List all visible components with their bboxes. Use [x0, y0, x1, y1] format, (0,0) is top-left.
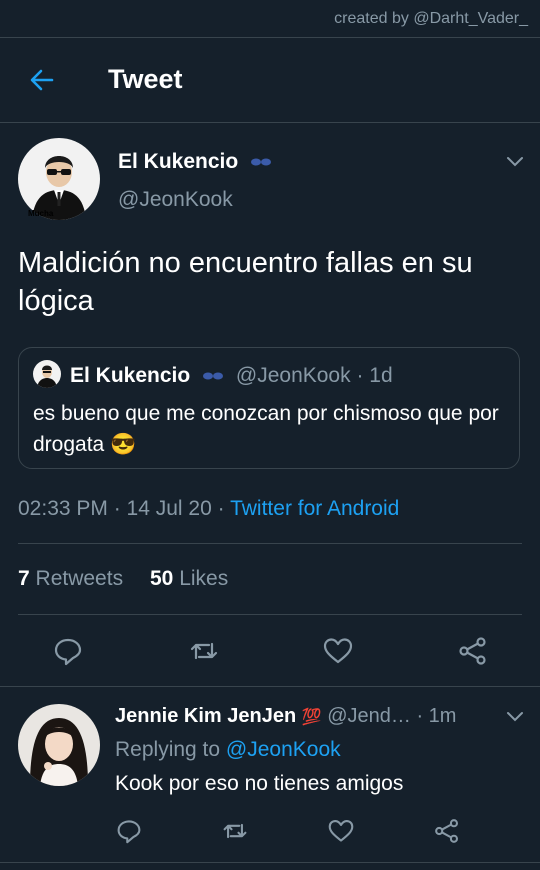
hundred-badge-icon: 💯	[301, 709, 322, 726]
avatar-caption: Mucha	[28, 209, 54, 218]
likes-label: Likes	[179, 567, 229, 590]
avatar[interactable]	[18, 138, 100, 220]
comment-icon	[54, 638, 82, 666]
reply-like-button[interactable]	[328, 818, 354, 844]
reply-author-handle[interactable]: @Jend…	[327, 705, 411, 727]
quoted-author-handle: @JeonKook	[235, 364, 351, 387]
reply-more-button[interactable]	[506, 710, 524, 722]
reply-button[interactable]	[53, 636, 83, 666]
source-link[interactable]: Twitter for Android	[230, 497, 399, 520]
quoted-time: · 1d	[356, 364, 393, 387]
top-divider	[0, 37, 540, 38]
heart-icon	[328, 819, 354, 842]
heart-icon	[323, 638, 353, 664]
retweet-icon	[223, 823, 247, 839]
share-icon	[459, 637, 486, 665]
header-divider	[0, 122, 540, 123]
reply-header: Jennie Kim JenJen 💯 @Jend… · 1m	[115, 705, 456, 728]
chevron-down-icon	[507, 157, 523, 167]
replying-prefix: Replying to	[115, 738, 221, 761]
sunglasses-icon	[251, 158, 272, 166]
like-button[interactable]	[323, 636, 353, 666]
reply-retweet-button[interactable]	[222, 818, 248, 844]
retweet-button[interactable]	[189, 636, 219, 666]
likes-count: 50	[150, 567, 174, 590]
likes-stat[interactable]: 50 Likes	[150, 567, 228, 591]
page-title: Tweet	[108, 64, 183, 94]
back-button[interactable]	[28, 66, 56, 94]
share-icon	[435, 819, 459, 843]
tweet-meta: 02:33 PM · 14 Jul 20 · Twitter for Andro…	[18, 497, 399, 521]
stats-divider	[18, 614, 522, 615]
retweet-icon	[190, 642, 218, 660]
comment-icon	[117, 820, 141, 844]
quoted-author-name: El Kukencio	[70, 364, 191, 387]
author-name-text: El Kukencio	[118, 150, 239, 173]
reply-share-button[interactable]	[434, 818, 460, 844]
more-button[interactable]	[506, 155, 524, 167]
quoted-text: es bueno que me conozcan por chismoso qu…	[33, 402, 499, 456]
chevron-down-icon	[507, 712, 523, 722]
sunglasses-icon	[203, 372, 224, 380]
tweet-date: · 14 Jul 20 ·	[113, 497, 225, 520]
arrow-left-icon	[30, 69, 54, 91]
author-handle[interactable]: @JeonKook	[118, 188, 233, 212]
replying-to: Replying to @JeonKook	[115, 738, 341, 762]
thread-divider	[0, 686, 540, 687]
retweets-label: Retweets	[35, 567, 124, 590]
tweet-text: Maldición no encuentro fallas en su lógi…	[18, 247, 473, 317]
tweet-time: 02:33 PM	[18, 497, 108, 520]
watermark: created by @Darht_Vader_	[334, 10, 528, 27]
reply-avatar[interactable]	[18, 704, 100, 786]
reply-text: Kook por eso no tienes amigos	[115, 772, 404, 795]
retweets-count: 7	[18, 567, 30, 590]
quoted-header: El Kukencio @JeonKook · 1d	[70, 364, 393, 388]
reply-author-name[interactable]: Jennie Kim JenJen	[115, 705, 296, 727]
meta-divider	[18, 543, 522, 544]
reply-reply-button[interactable]	[116, 818, 142, 844]
replying-to-link[interactable]: @JeonKook	[226, 738, 341, 761]
author-name[interactable]: El Kukencio	[118, 150, 272, 174]
retweets-stat[interactable]: 7 Retweets	[18, 567, 123, 591]
quoted-avatar	[33, 360, 61, 388]
reply-time: · 1m	[416, 705, 457, 727]
share-button[interactable]	[458, 636, 488, 666]
bottom-divider	[0, 862, 540, 863]
